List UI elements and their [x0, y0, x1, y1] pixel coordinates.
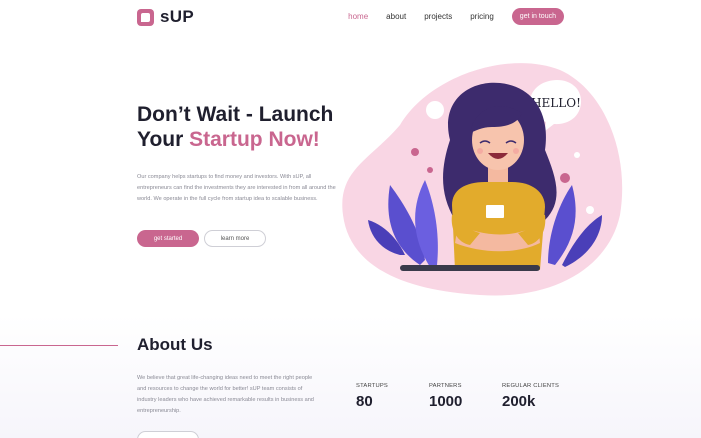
- stat-label: PARTNERS: [429, 383, 462, 389]
- id-badge: [486, 205, 504, 218]
- stat-label: STARTUPS: [356, 383, 388, 389]
- about-section-background: [0, 315, 701, 438]
- brand-name: sUP: [160, 7, 194, 26]
- hero-title-line1: Don’t Wait - Launch: [137, 103, 334, 126]
- deco-dot: [411, 148, 419, 156]
- about-divider-line: [0, 345, 118, 346]
- get-in-touch-button[interactable]: get in touch: [511, 8, 564, 25]
- get-started-button[interactable]: get started: [137, 230, 199, 247]
- about-description: We believe that great life-changing idea…: [137, 375, 314, 414]
- hero-title-prefix: Your: [137, 128, 190, 151]
- stat-label: REGULAR CLIENTS: [502, 383, 560, 389]
- hero-illustration: HELLO!: [342, 63, 623, 296]
- deco-dot: [586, 206, 594, 214]
- hero-description: Our company helps startups to find money…: [137, 174, 336, 202]
- stat-startups: STARTUPS 80: [356, 383, 404, 410]
- about-title: About Us: [137, 335, 213, 354]
- hero-title-accent: Startup Now!: [189, 128, 320, 151]
- nav-item-projects[interactable]: projects: [424, 12, 452, 21]
- stat-value: 80: [356, 393, 373, 410]
- stat-value: 1000: [429, 393, 463, 410]
- logo-icon: [137, 8, 154, 26]
- stats-row: STARTUPS 80 PARTNERS 1000 REGULAR CLIENT…: [356, 383, 584, 410]
- stat-partners: PARTNERS 1000: [429, 383, 477, 410]
- stat-value: 200k: [502, 393, 536, 410]
- nav-item-about[interactable]: about: [386, 12, 406, 21]
- nav-item-home[interactable]: home: [348, 12, 368, 21]
- learn-more-button[interactable]: learn more: [204, 230, 266, 247]
- deco-dot: [560, 173, 570, 183]
- desk: [400, 265, 540, 271]
- brand-logo[interactable]: sUP: [137, 7, 194, 27]
- main-nav: home about projects pricing get in touch: [330, 8, 564, 25]
- hero-title: Don’t Wait - Launch Your Startup Now!: [137, 102, 367, 152]
- nav-item-pricing[interactable]: pricing: [470, 12, 494, 21]
- deco-dot: [427, 167, 433, 173]
- deco-dot: [426, 101, 444, 119]
- deco-dot: [574, 152, 580, 158]
- stat-regular-clients: REGULAR CLIENTS 200k: [502, 383, 559, 410]
- about-more-button[interactable]: [137, 431, 199, 438]
